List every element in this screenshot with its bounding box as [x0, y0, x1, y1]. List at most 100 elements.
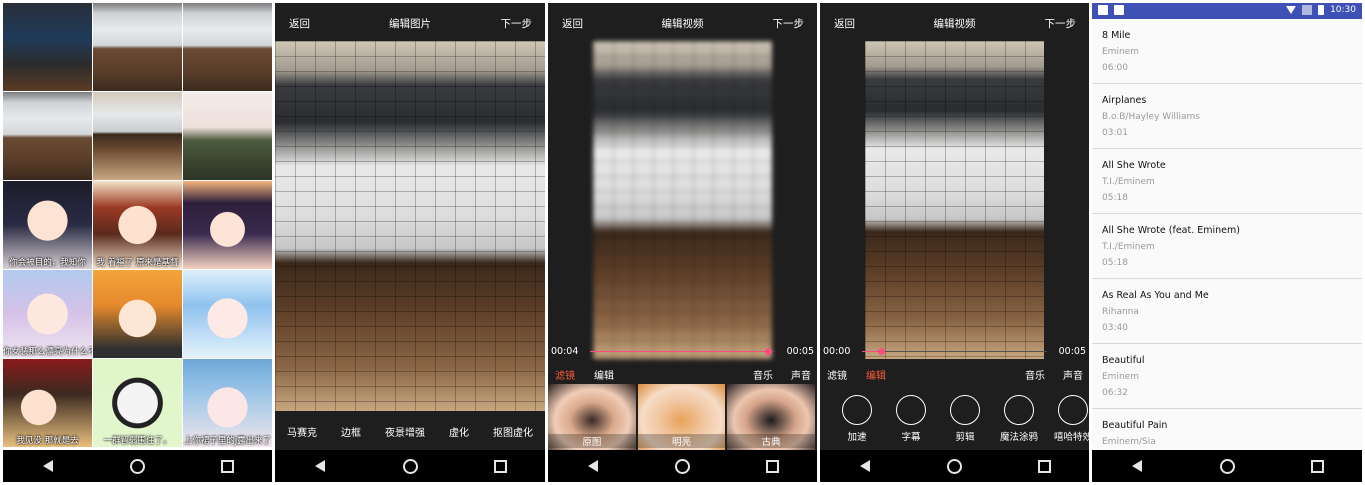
nav-bar	[3, 450, 272, 482]
nav-recents-button[interactable]	[1287, 450, 1347, 482]
song-artist: T.I./Eminem	[1102, 242, 1155, 252]
tab-filter[interactable]: 滤镜	[555, 367, 575, 382]
nav-back-button[interactable]	[835, 450, 895, 482]
song-item[interactable]: All She Wrote T.I./Eminem 05:18	[1092, 149, 1362, 214]
nav-back-button[interactable]	[563, 450, 623, 482]
gallery-thumbnail[interactable]	[93, 92, 182, 180]
song-artist: B.o.B/Hayley Williams	[1102, 112, 1200, 122]
tab-edit[interactable]: 编辑	[594, 367, 614, 382]
nav-home-button[interactable]	[1197, 450, 1257, 482]
home-circle-icon	[1219, 458, 1235, 474]
nav-back-button[interactable]	[18, 450, 78, 482]
gallery-thumbnail[interactable]: 我 着福了 原来是基督	[93, 181, 182, 269]
photo-editor-screen: 返回 编辑图片 下一步 马赛克 边框 夜景增强 虚化 抠图虚化	[275, 3, 545, 482]
song-duration: 05:18	[1102, 258, 1128, 268]
current-time: 00:04	[551, 346, 579, 357]
filter-label: 原图	[548, 434, 636, 448]
gallery-thumbnail[interactable]	[183, 3, 272, 91]
music-list-screen: 10:30 8 Mile Eminem 06:00 Airplanes B.o.B/Ha…	[1092, 3, 1362, 482]
photo-preview	[275, 41, 545, 411]
thumbnail-caption: 一群智弱围住了。	[103, 436, 172, 446]
next-button[interactable]: 下一步	[773, 16, 805, 31]
effect-label: 加速	[847, 432, 867, 443]
song-title: Airplanes	[1102, 95, 1147, 106]
song-title: 8 Mile	[1102, 30, 1131, 41]
effect-circle-icon	[1058, 395, 1088, 425]
nav-back-button[interactable]	[290, 450, 350, 482]
nav-home-button[interactable]	[924, 450, 984, 482]
effect-label: 嘻哈特效	[1053, 432, 1089, 443]
filter-option[interactable]: 明亮	[637, 384, 726, 450]
nav-recents-button[interactable]	[470, 450, 530, 482]
top-bar: 返回 编辑图片 下一步	[275, 3, 545, 41]
song-item[interactable]: Airplanes B.o.B/Hayley Williams 03:01	[1092, 84, 1362, 149]
gallery-thumbnail[interactable]: 上你裙子里的j露出来了	[183, 359, 272, 447]
song-item[interactable]: 8 Mile Eminem 06:00	[1092, 19, 1362, 84]
gallery-thumbnail[interactable]	[93, 270, 182, 358]
song-item[interactable]: As Real As You and Me Rihanna 03:40	[1092, 279, 1362, 344]
nav-recents-button[interactable]	[742, 450, 802, 482]
thumbnail-caption: 你女装那么漂亮为什么不去	[3, 347, 92, 357]
photo-tools-bar: 马赛克 边框 夜景增强 虚化 抠图虚化	[275, 412, 545, 450]
song-item[interactable]: All She Wrote (feat. Eminem) T.I./Eminem 0…	[1092, 214, 1362, 279]
effect-button[interactable]: 加速	[832, 395, 882, 443]
gallery-thumbnail[interactable]: 一群智弱围住了。	[93, 359, 182, 447]
gallery-thumbnail[interactable]	[3, 92, 92, 180]
filter-list: 原图 明亮 古典	[548, 384, 817, 450]
total-time: 00:05	[786, 346, 814, 357]
gallery-thumbnail[interactable]: 我见没 那就是去	[3, 359, 92, 447]
seek-handle[interactable]	[764, 348, 772, 355]
nav-back-button[interactable]	[1107, 450, 1167, 482]
next-button[interactable]: 下一步	[1045, 16, 1077, 31]
song-artist: Eminem	[1102, 372, 1139, 382]
tab-filter[interactable]: 滤镜	[827, 367, 847, 382]
song-artist: T.I./Eminem	[1102, 177, 1155, 187]
tool-button[interactable]: 抠图虚化	[493, 424, 533, 439]
nav-home-button[interactable]	[107, 450, 167, 482]
gallery-thumbnail[interactable]	[183, 270, 272, 358]
effect-circle-icon	[896, 395, 926, 425]
filter-option[interactable]: 原图	[548, 384, 636, 450]
song-title: Beautiful	[1102, 355, 1145, 366]
effect-button[interactable]: 剪辑	[940, 395, 990, 443]
effect-button[interactable]: 嘻哈特效	[1048, 395, 1089, 443]
status-time: 10:30	[1330, 5, 1356, 15]
tool-button[interactable]: 马赛克	[287, 424, 317, 439]
song-item[interactable]: Beautiful Eminem 06:32	[1092, 344, 1362, 409]
back-triangle-icon	[315, 460, 325, 472]
seek-track[interactable]	[862, 348, 1047, 355]
gallery-thumbnail[interactable]	[183, 92, 272, 180]
nav-bar	[820, 450, 1089, 482]
tab-sound[interactable]: 声音	[791, 367, 811, 382]
seek-handle[interactable]	[877, 348, 885, 355]
tab-edit[interactable]: 编辑	[866, 367, 886, 382]
effect-button[interactable]: 字幕	[886, 395, 936, 443]
tab-music[interactable]: 音乐	[1025, 367, 1045, 382]
gallery-screen: 你会被目的，我知你 我 着福了 原来是基督你女装那么漂亮为什么不去我见没 那就是…	[3, 3, 272, 482]
gallery-thumbnail[interactable]: 你会被目的，我知你	[3, 181, 92, 269]
gallery-thumbnail[interactable]	[3, 3, 92, 91]
song-title: As Real As You and Me	[1102, 290, 1209, 301]
tool-button[interactable]: 夜景增强	[385, 424, 425, 439]
nav-home-button[interactable]	[652, 450, 712, 482]
song-item[interactable]: Beautiful Pain Eminem/Sia	[1092, 409, 1362, 450]
nav-recents-button[interactable]	[1014, 450, 1074, 482]
filter-option[interactable]: 古典	[727, 384, 816, 450]
tab-music[interactable]: 音乐	[753, 367, 773, 382]
seek-track[interactable]	[590, 348, 775, 355]
effect-button[interactable]: 魔法涂鸦	[994, 395, 1044, 443]
effect-label: 字幕	[901, 432, 921, 443]
tab-sound[interactable]: 声音	[1063, 367, 1083, 382]
nav-bar	[275, 450, 545, 482]
nav-recents-button[interactable]	[197, 450, 257, 482]
tool-button[interactable]: 虚化	[449, 424, 469, 439]
filter-label: 明亮	[637, 434, 726, 448]
nav-home-button[interactable]	[380, 450, 440, 482]
gallery-thumbnail[interactable]	[183, 181, 272, 269]
song-duration: 03:01	[1102, 128, 1128, 138]
gallery-thumbnail[interactable]	[93, 3, 182, 91]
next-button[interactable]: 下一步	[501, 16, 533, 31]
gallery-thumbnail[interactable]: 你女装那么漂亮为什么不去	[3, 270, 92, 358]
tool-button[interactable]: 边框	[341, 424, 361, 439]
song-title: Beautiful Pain	[1102, 420, 1168, 431]
